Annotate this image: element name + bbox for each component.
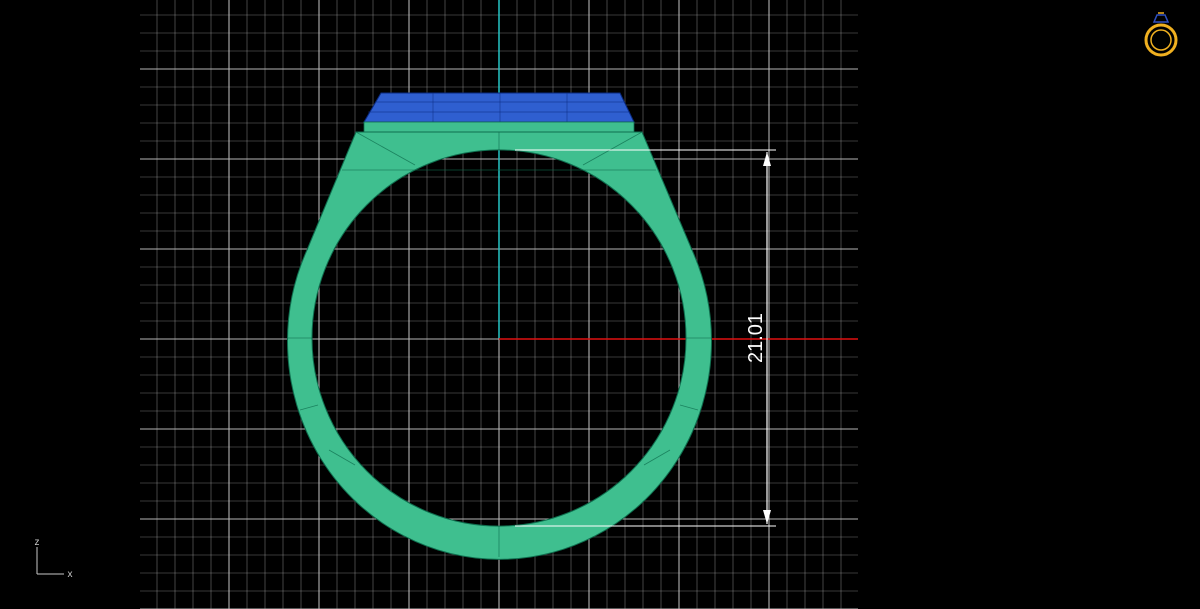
axis-z-label: z bbox=[35, 537, 40, 548]
ring-top-plate[interactable] bbox=[363, 92, 635, 123]
dimension-value: 21.01 bbox=[745, 313, 767, 363]
ring-icon[interactable] bbox=[1144, 12, 1178, 57]
axis-x-label: x bbox=[68, 569, 73, 580]
ring-setting-strip bbox=[363, 121, 635, 133]
axis-triad: z x bbox=[35, 537, 73, 580]
cad-viewport[interactable]: 21.01 z x bbox=[0, 0, 1200, 609]
dimension-arrow-down-icon bbox=[763, 510, 771, 524]
